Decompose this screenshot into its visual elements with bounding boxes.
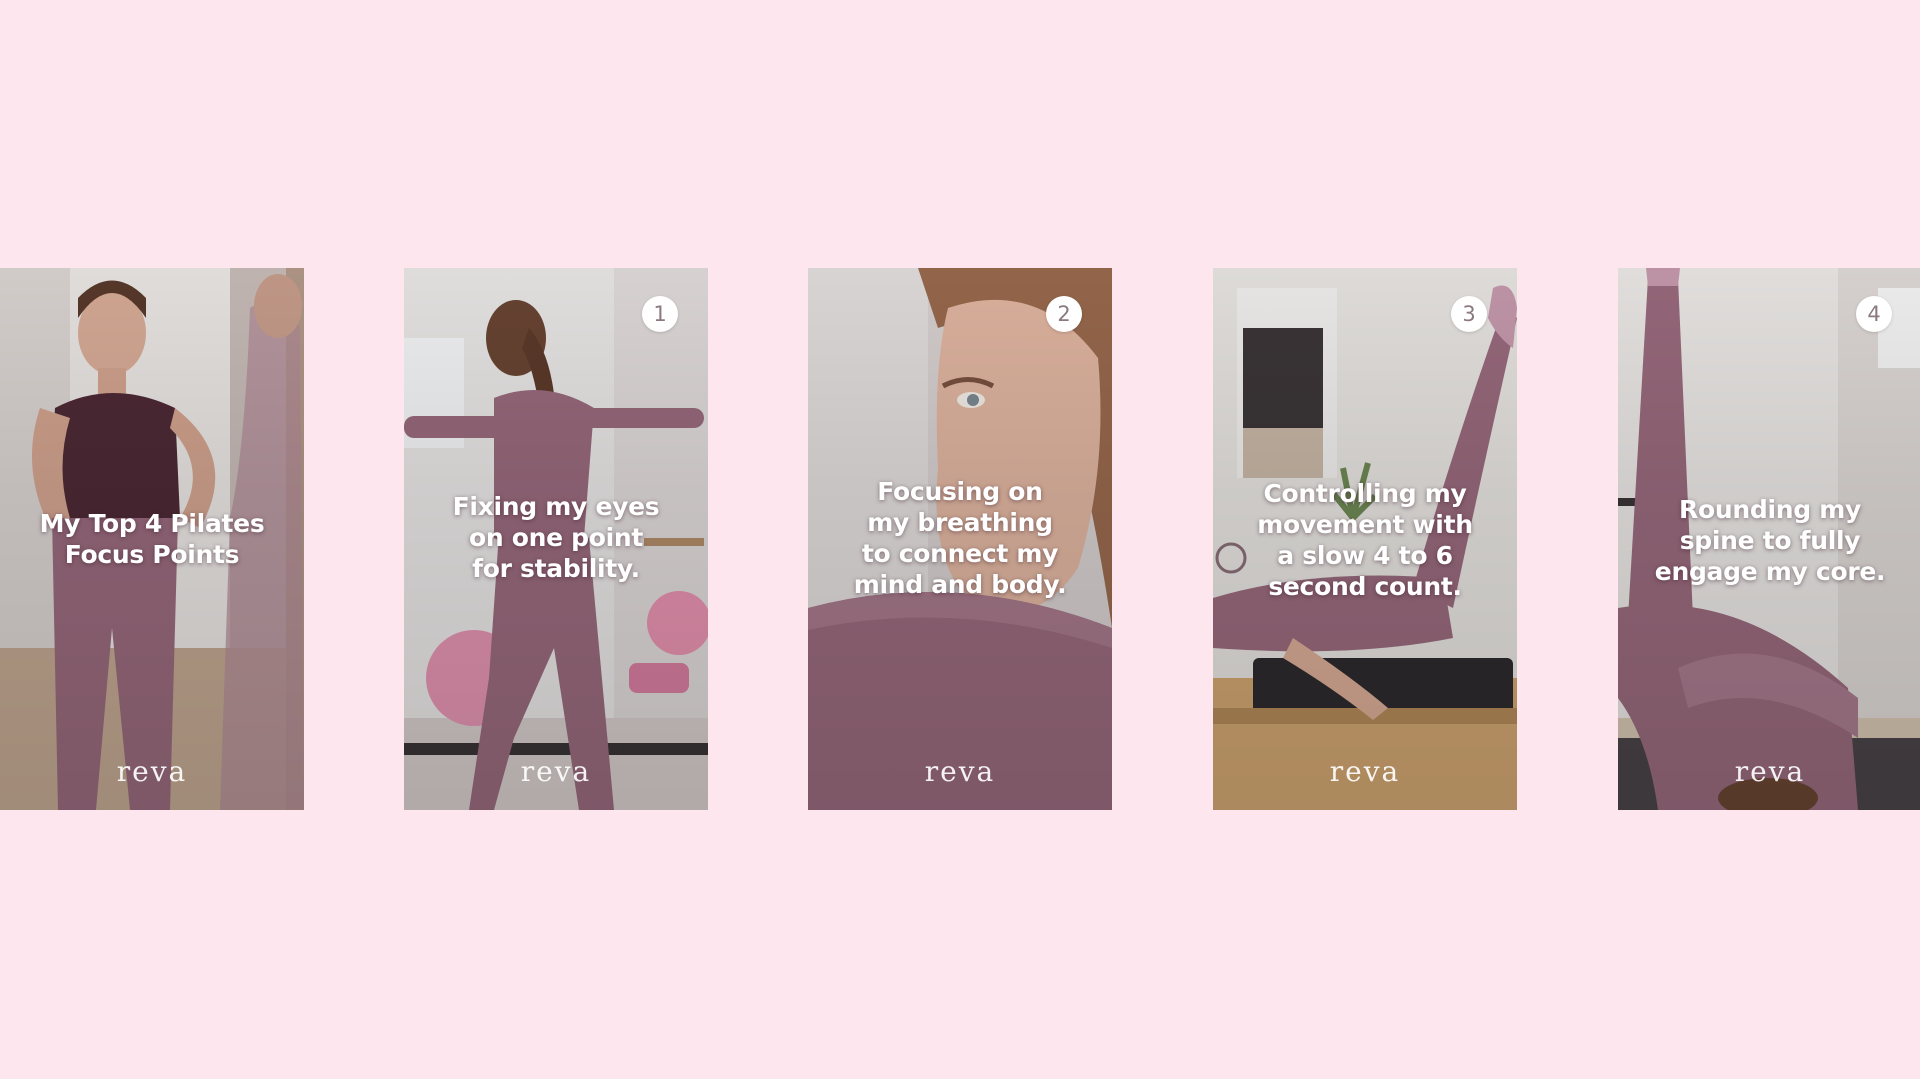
reva-logo: reva [1329, 755, 1401, 788]
step-number-badge: 3 [1451, 296, 1487, 332]
story-card-3[interactable]: 3 Controlling my movement with a slow 4 … [1213, 268, 1517, 810]
reva-logo: reva [1734, 755, 1806, 788]
step-number-badge: 4 [1856, 296, 1892, 332]
step-number-badge: 2 [1046, 296, 1082, 332]
story-card-intro[interactable]: My Top 4 Pilates Focus Points reva [0, 268, 304, 810]
story-card-4[interactable]: 4 Rounding my spine to fully engage my c… [1618, 268, 1920, 810]
card-caption: My Top 4 Pilates Focus Points [39, 509, 265, 569]
card-caption: Focusing on my breathing to connect my m… [853, 477, 1067, 599]
story-card-2[interactable]: 2 Focusing on my breathing to connect my… [808, 268, 1112, 810]
story-card-1[interactable]: 1 Fixing my eyes on one point for stabil… [404, 268, 708, 810]
card-caption: Rounding my spine to fully engage my cor… [1654, 495, 1886, 586]
reva-logo: reva [924, 755, 996, 788]
reva-logo: reva [116, 755, 188, 788]
step-number-badge: 1 [642, 296, 678, 332]
reva-logo: reva [520, 755, 592, 788]
card-caption: Controlling my movement with a slow 4 to… [1257, 479, 1473, 601]
card-caption: Fixing my eyes on one point for stabilit… [452, 492, 660, 583]
